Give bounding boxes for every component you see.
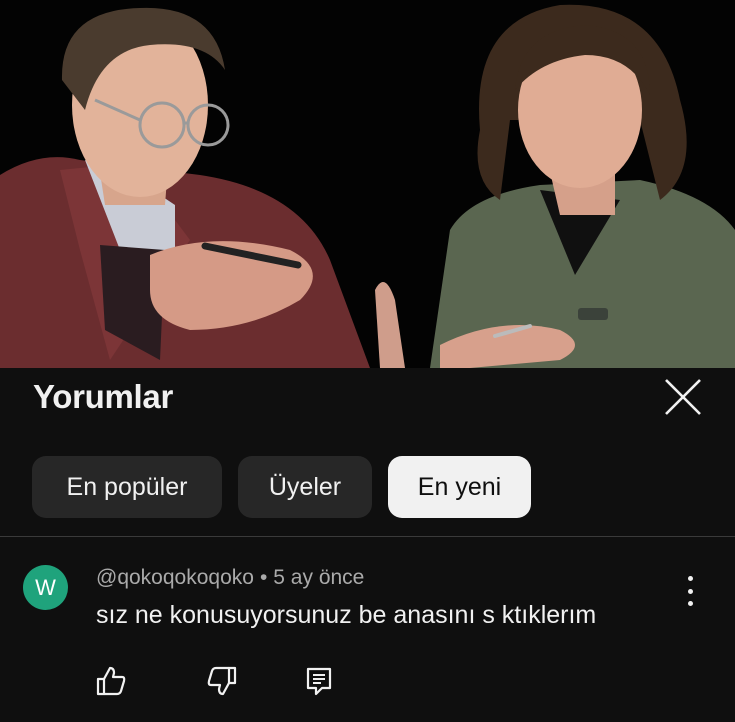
more-dot: [687, 588, 693, 594]
reply-button[interactable]: [302, 664, 336, 698]
comment-meta: @qokoqokoqoko • 5 ay önce: [96, 566, 364, 590]
close-button[interactable]: [658, 372, 708, 422]
like-button[interactable]: [94, 664, 128, 698]
like-icon: [96, 666, 126, 696]
dislike-icon: [207, 666, 237, 696]
chip-top-comments[interactable]: En popüler: [32, 456, 222, 518]
close-icon: [665, 379, 701, 415]
comments-panel: Yorumlar En popüler Üyeler En yeni W @qo…: [0, 368, 735, 722]
chip-newest[interactable]: En yeni: [388, 456, 531, 518]
video-player[interactable]: [0, 0, 735, 368]
dislike-button[interactable]: [205, 664, 239, 698]
sort-chips: En popüler Üyeler En yeni: [32, 456, 531, 518]
comment-time: 5 ay önce: [273, 566, 365, 589]
comment-author[interactable]: @qokoqokoqoko: [96, 566, 254, 589]
video-frame: [0, 0, 735, 368]
comment-text: sız ne konusuyorsunuz be anasını s ktıkl…: [96, 601, 597, 629]
comments-title: Yorumlar: [33, 378, 174, 415]
chip-members[interactable]: Üyeler: [238, 456, 372, 518]
reply-icon: [306, 667, 332, 696]
comment-item: W @qokoqokoqoko • 5 ay önce sız ne konusuy…: [0, 536, 735, 722]
avatar[interactable]: W: [23, 565, 68, 610]
more-dot: [687, 576, 693, 581]
meta-separator: •: [259, 566, 268, 589]
more-options-button[interactable]: [676, 574, 704, 608]
more-dot: [687, 601, 693, 606]
